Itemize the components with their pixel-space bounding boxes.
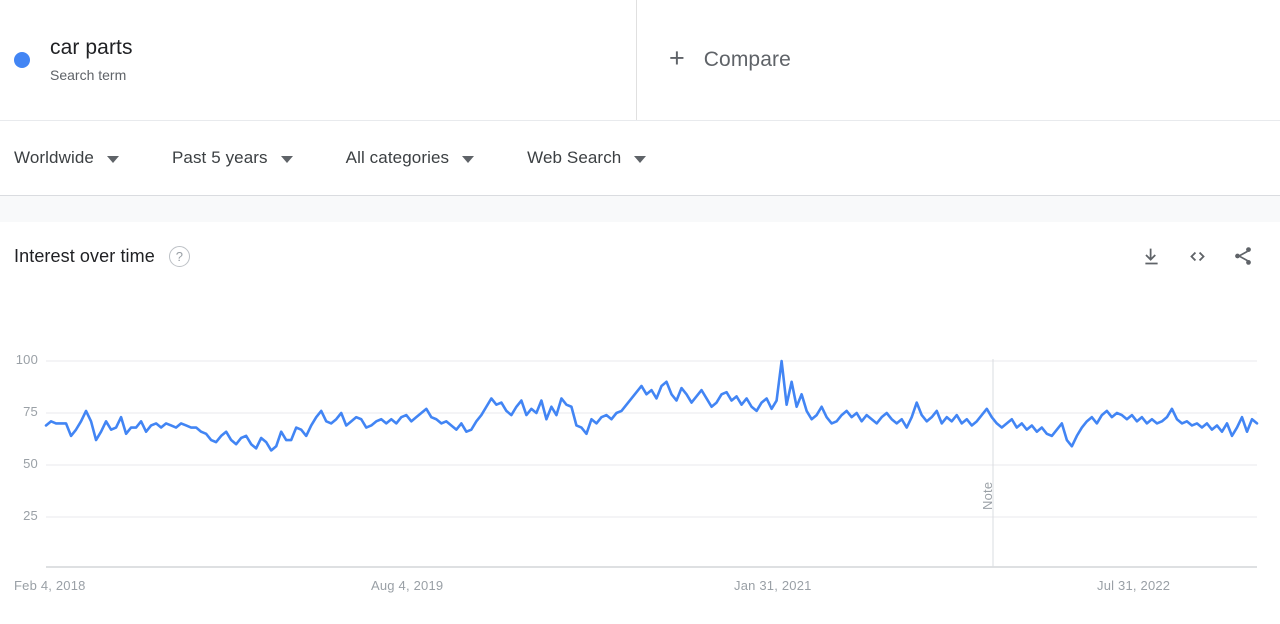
- x-axis-tick-label: Feb 4, 2018: [14, 578, 86, 593]
- help-icon[interactable]: ?: [168, 245, 190, 267]
- page-title: Interest over time: [14, 245, 155, 266]
- x-axis-tick-label: Jan 31, 2021: [734, 578, 812, 593]
- search-term-bar: car parts Search term + Compare: [0, 0, 1280, 121]
- chevron-down-icon: [634, 156, 647, 163]
- interest-over-time-header: Interest over time ?: [0, 223, 1280, 289]
- chevron-down-icon: [280, 156, 293, 163]
- series-color-dot: [14, 52, 30, 68]
- chart-canvas: [44, 359, 1259, 568]
- search-term-card[interactable]: car parts Search term: [0, 0, 637, 120]
- x-axis-tick-label: Aug 4, 2019: [371, 578, 444, 593]
- chart-note-annotation[interactable]: Note: [980, 482, 995, 510]
- chevron-down-icon: [462, 156, 475, 163]
- x-axis-tick-label: Jul 31, 2022: [1097, 578, 1171, 593]
- y-axis-tick-label: 75: [23, 404, 38, 419]
- embed-icon[interactable]: [1180, 239, 1214, 273]
- time-range-filter[interactable]: Past 5 years: [172, 148, 293, 168]
- interest-over-time-chart[interactable]: 25 50 75 100 Feb 4, 2018 Aug 4, 2019 Jan 31, 2…: [0, 289, 1280, 624]
- search-type-filter[interactable]: Web Search: [527, 148, 647, 168]
- y-axis-tick-label: 100: [15, 352, 38, 367]
- time-range-filter-label: Past 5 years: [171, 148, 268, 167]
- category-filter-label: All categories: [345, 148, 450, 167]
- search-term-type: Search term: [50, 67, 127, 83]
- plus-icon: +: [669, 43, 685, 73]
- chart-actions: [1122, 239, 1260, 273]
- category-filter[interactable]: All categories: [345, 148, 475, 168]
- search-term-texts: car parts Search term: [50, 34, 133, 86]
- compare-label: Compare: [703, 48, 791, 71]
- filter-bar: Worldwide Past 5 years All categories We…: [0, 121, 1280, 196]
- download-icon[interactable]: [1134, 239, 1168, 273]
- section-separator: [0, 196, 1280, 223]
- chevron-down-icon: [106, 156, 119, 163]
- search-term-title: car parts: [50, 36, 133, 59]
- add-comparison-button[interactable]: + Compare: [637, 0, 1280, 120]
- location-filter-label: Worldwide: [14, 148, 94, 167]
- search-type-filter-label: Web Search: [527, 148, 622, 167]
- location-filter[interactable]: Worldwide: [14, 148, 119, 168]
- share-icon[interactable]: [1226, 239, 1260, 273]
- y-axis-tick-label: 50: [23, 456, 38, 471]
- y-axis-tick-label: 25: [23, 508, 38, 523]
